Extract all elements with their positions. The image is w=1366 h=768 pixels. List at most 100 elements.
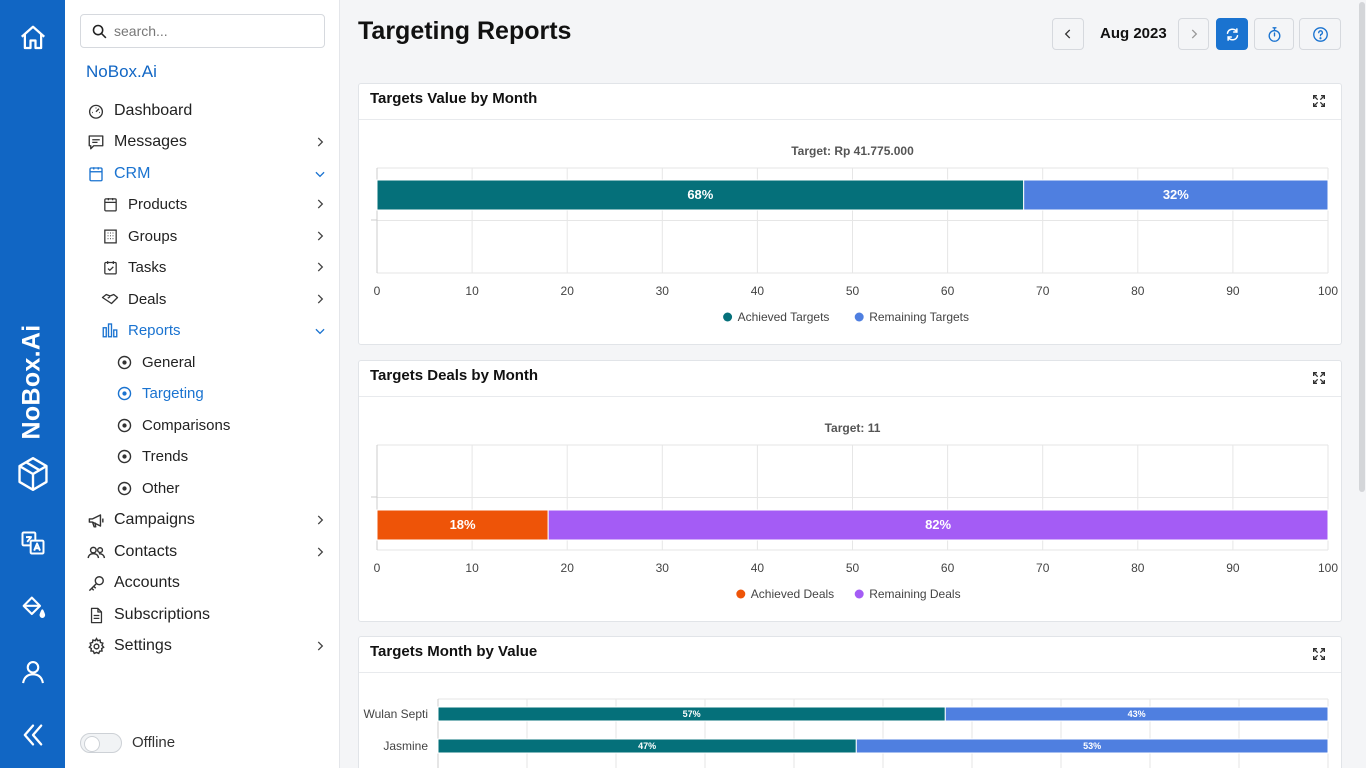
chevron-right-icon[interactable] (313, 260, 327, 274)
home-icon[interactable] (16, 21, 50, 55)
card-targets-deals: Targets Deals by Month Target: 11 0 10 20 30… (358, 360, 1342, 622)
sidebar-item-comparisons[interactable]: Comparisons (114, 414, 230, 436)
search-input[interactable] (114, 23, 304, 39)
legend-marker (736, 589, 746, 599)
chevron-right-icon[interactable] (313, 292, 327, 306)
sidebar-item-targeting[interactable]: Targeting (114, 382, 204, 404)
sidebar-item-crm[interactable]: CRM (86, 163, 150, 185)
sidebar-item-label: Dashboard (114, 102, 193, 119)
sidebar: NoBox.Ai Dashboard Messages CRM Products… (65, 0, 340, 768)
sidebar-item-settings[interactable]: Settings (86, 635, 172, 657)
sidebar-item-reports[interactable]: Reports (100, 319, 181, 341)
legend-entry: Achieved Deals (751, 587, 834, 601)
sidebar-item-groups[interactable]: Groups (100, 225, 177, 247)
sidebar-item-other[interactable]: Other (114, 477, 180, 499)
x-tick-label: 70 (1036, 284, 1050, 298)
sidebar-item-label: CRM (114, 165, 151, 182)
x-tick-label: 10 (465, 284, 479, 298)
data-label: 18% (450, 517, 476, 532)
paint-bucket-icon[interactable] (16, 590, 50, 624)
sidebar-item-accounts[interactable]: Accounts (86, 572, 180, 594)
prev-month-button[interactable] (1052, 18, 1084, 50)
bar-chart-icon (100, 320, 120, 340)
chevron-down-icon[interactable] (313, 324, 327, 338)
clipboard-icon (86, 164, 106, 184)
next-month-button[interactable] (1178, 18, 1209, 50)
category-label: Jasmine (383, 739, 428, 753)
radio-dot-icon (114, 446, 134, 466)
x-tick-label: 20 (561, 284, 575, 298)
sidebar-item-products[interactable]: Products (100, 193, 187, 215)
page-scrollbar[interactable] (1358, 0, 1366, 768)
chevron-right-icon[interactable] (313, 197, 327, 211)
sidebar-item-label: Products (128, 195, 188, 213)
data-label: 57% (683, 709, 701, 719)
users-icon (86, 542, 106, 562)
calendar-check-icon (100, 257, 120, 277)
sidebar-item-label: Accounts (114, 574, 180, 591)
x-tick-label: 30 (656, 561, 670, 575)
x-tick-label: 50 (846, 561, 860, 575)
collapse-sidebar-icon[interactable] (16, 718, 50, 752)
chevron-right-icon (1191, 29, 1197, 39)
targets-value-chart: Target: Rp 41.775.000 0 10 20 30 40 50 60 70 80 90… (371, 144, 1338, 324)
legend-marker (854, 589, 864, 599)
sidebar-item-label: Subscriptions (114, 606, 211, 623)
megaphone-icon (86, 510, 106, 530)
offline-toggle[interactable] (80, 733, 122, 753)
sidebar-item-messages[interactable]: Messages (86, 131, 187, 153)
chevron-right-icon[interactable] (313, 229, 327, 243)
sidebar-item-label: Campaigns (114, 511, 195, 528)
sidebar-item-label: Contacts (114, 543, 178, 560)
search-icon (92, 24, 107, 38)
data-label: 82% (925, 517, 951, 532)
chevron-right-icon[interactable] (313, 545, 327, 559)
offline-label: Offline (132, 734, 176, 751)
x-tick-label: 80 (1131, 284, 1145, 298)
sidebar-item-campaigns[interactable]: Campaigns (86, 509, 195, 531)
data-label: 43% (1128, 709, 1146, 719)
refresh-button[interactable] (1216, 18, 1248, 50)
radio-dot-icon (114, 478, 134, 498)
sidebar-item-general[interactable]: General (114, 351, 195, 373)
key-icon (86, 573, 106, 593)
sidebar-item-tasks[interactable]: Tasks (100, 256, 166, 278)
data-label: 47% (638, 741, 656, 751)
radio-dot-icon (114, 383, 134, 403)
gear-icon (86, 636, 106, 656)
legend-marker (723, 312, 733, 322)
data-label: 68% (687, 187, 713, 202)
x-tick-label: 70 (1036, 561, 1050, 575)
user-profile-icon[interactable] (16, 655, 50, 689)
chevron-right-icon[interactable] (313, 639, 327, 653)
chevron-down-icon[interactable] (313, 167, 327, 181)
x-tick-label: 40 (751, 284, 765, 298)
x-tick-label: 100 (1318, 284, 1338, 298)
sidebar-item-subscriptions[interactable]: Subscriptions (86, 604, 210, 626)
help-button[interactable] (1299, 18, 1341, 50)
app-rail: NoBox.Ai (0, 0, 65, 768)
x-tick-label: 60 (941, 284, 955, 298)
current-month: Aug 2023 (1100, 25, 1167, 42)
chevron-right-icon[interactable] (313, 513, 327, 527)
x-tick-label: 90 (1226, 284, 1240, 298)
sidebar-item-contacts[interactable]: Contacts (86, 541, 177, 563)
chevron-right-icon[interactable] (313, 135, 327, 149)
refresh-icon (1226, 27, 1238, 41)
x-tick-label: 30 (656, 284, 670, 298)
scrollbar-thumb[interactable] (1359, 2, 1365, 492)
sidebar-item-dashboard[interactable]: Dashboard (86, 100, 192, 122)
sidebar-item-deals[interactable]: Deals (100, 288, 166, 310)
document-icon (86, 605, 106, 625)
legend-entry: Remaining Deals (869, 587, 960, 601)
timer-button[interactable] (1254, 18, 1294, 50)
org-name: NoBox.Ai (86, 62, 157, 81)
speedometer-icon (86, 101, 106, 121)
search-box[interactable] (80, 14, 325, 48)
sidebar-item-label: Tasks (128, 258, 167, 276)
x-tick-label: 90 (1226, 561, 1240, 575)
x-tick-label: 60 (941, 561, 955, 575)
translate-icon[interactable] (16, 526, 50, 560)
sidebar-item-trends[interactable]: Trends (114, 445, 188, 467)
card-targets-value: Targets Value by Month Target: Rp 41.775… (358, 83, 1342, 345)
